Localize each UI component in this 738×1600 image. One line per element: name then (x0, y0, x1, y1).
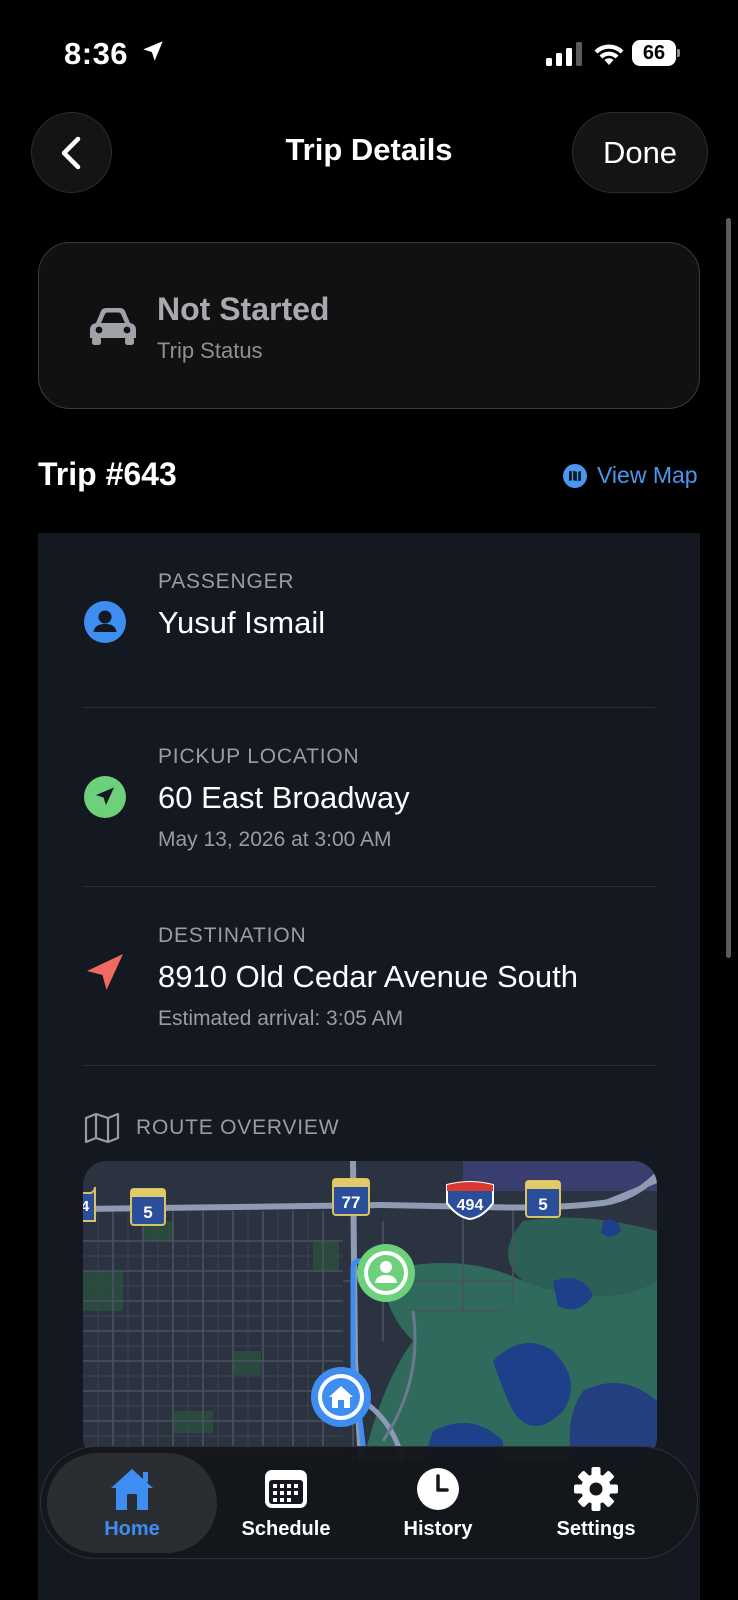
cellular-signal-icon (546, 42, 582, 66)
tab-home-label: Home (104, 1517, 160, 1540)
shield-cut-left: 4 (83, 1186, 96, 1222)
trip-details-panel: PASSENGER Yusuf Ismail PICKUP LOCATION 6… (38, 533, 700, 1600)
battery-tip (677, 49, 680, 57)
tab-schedule-label: Schedule (241, 1517, 331, 1540)
map-icon (84, 1112, 120, 1144)
house-icon (111, 1468, 153, 1510)
shield-hwy5-right: 5 (525, 1180, 561, 1218)
pickup-address: 60 East Broadway (158, 780, 410, 815)
passenger-label: PASSENGER (158, 570, 295, 593)
trip-details-screen: 8:36 66 Trip Details Done Not Started Tr… (0, 0, 738, 1600)
shield-hwy5-left: 5 (130, 1188, 166, 1226)
passenger-row: PASSENGER Yusuf Ismail (38, 533, 700, 708)
shield-hwy5-left-label: 5 (143, 1203, 152, 1222)
tab-home[interactable]: Home (47, 1453, 217, 1553)
destination-row: DESTINATION 8910 Old Cedar Avenue South … (38, 887, 700, 1065)
shield-i494-label: 494 (457, 1197, 484, 1214)
shield-hwy77: 77 (332, 1178, 370, 1216)
shield-cut-left-label: 4 (83, 1198, 90, 1215)
location-arrow-icon (143, 41, 163, 61)
destination-label: DESTINATION (158, 924, 307, 947)
route-overview-label: ROUTE OVERVIEW (136, 1116, 340, 1139)
tab-bar: Home Schedule History Settings (40, 1446, 698, 1559)
destination-arrow-icon (87, 954, 123, 990)
battery-indicator: 66 (632, 40, 680, 66)
map-circle-icon (563, 463, 587, 488)
done-button[interactable]: Done (572, 112, 708, 193)
wifi-icon (594, 44, 624, 65)
route-map-canvas: 4 5 77 494 5 (83, 1161, 657, 1461)
trip-status-value: Not Started (157, 291, 330, 327)
route-overview-header: ROUTE OVERVIEW (84, 1112, 339, 1144)
status-time: 8:36 (64, 36, 129, 71)
clock-icon (417, 1467, 459, 1510)
battery-level: 66 (632, 40, 676, 66)
shield-hwy5-right-label: 5 (538, 1195, 547, 1214)
scroll-indicator[interactable] (726, 218, 731, 958)
status-bar: 8:36 66 (0, 0, 738, 100)
trip-status-card: Not Started Trip Status (38, 242, 700, 409)
gear-icon (574, 1466, 618, 1511)
navigation-arrow-icon (84, 776, 126, 818)
trip-status-label: Trip Status (157, 338, 263, 363)
view-map-label: View Map (597, 462, 698, 488)
destination-address: 8910 Old Cedar Avenue South (158, 959, 578, 994)
tab-history-label: History (403, 1517, 473, 1540)
pickup-time: May 13, 2026 at 3:00 AM (158, 828, 392, 851)
pickup-marker (357, 1244, 415, 1302)
shield-hwy77-label: 77 (342, 1193, 361, 1212)
calendar-icon (265, 1469, 307, 1508)
trip-number: Trip #643 (38, 456, 177, 492)
car-icon (90, 308, 136, 345)
pickup-label: PICKUP LOCATION (158, 745, 360, 768)
tab-schedule[interactable]: Schedule (201, 1453, 371, 1553)
person-circle-icon (84, 601, 126, 643)
destination-eta: Estimated arrival: 3:05 AM (158, 1007, 404, 1030)
tab-settings-label: Settings (556, 1517, 636, 1540)
tab-settings[interactable]: Settings (511, 1453, 681, 1553)
pickup-row: PICKUP LOCATION 60 East Broadway May 13,… (38, 708, 700, 886)
home-marker (311, 1367, 371, 1427)
tab-history[interactable]: History (353, 1453, 523, 1553)
route-map[interactable]: 4 5 77 494 5 (83, 1161, 657, 1461)
view-map-link[interactable]: View Map (563, 462, 698, 489)
passenger-name: Yusuf Ismail (158, 605, 326, 640)
divider (83, 1065, 655, 1066)
